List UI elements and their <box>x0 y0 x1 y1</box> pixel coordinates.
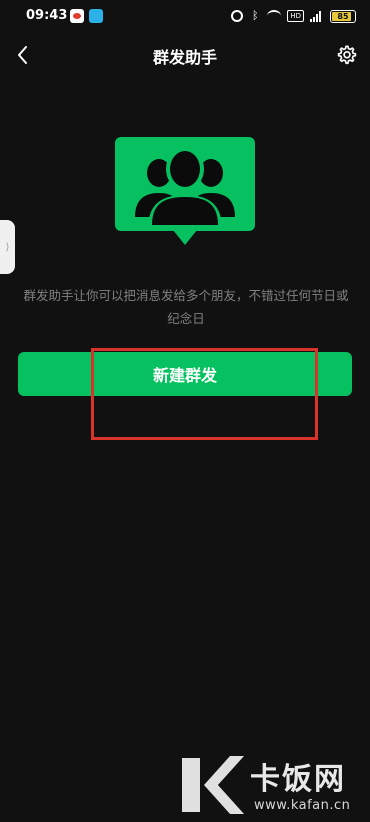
weibo-app-icon <box>70 9 84 23</box>
notification-app-icon <box>89 9 103 23</box>
bluetooth-icon: ᛒ <box>252 9 259 22</box>
settings-button[interactable] <box>332 40 362 70</box>
side-float-handle[interactable]: ⟩ <box>0 220 15 274</box>
watermark-name: 卡饭网 <box>250 762 346 797</box>
wifi-icon <box>267 10 282 22</box>
group-people-icon <box>115 137 255 247</box>
hd-badge: HD <box>287 10 304 22</box>
kafan-logo-icon <box>182 756 244 814</box>
gear-icon <box>337 45 357 65</box>
page-title: 群发助手 <box>152 48 217 67</box>
nav-header: 群发助手 <box>0 32 370 78</box>
watermark: 卡饭网 www.kafan.cn <box>178 748 368 820</box>
description-text: 群发助手让你可以把消息发给多个朋友，不错过任何节日或纪念日 <box>23 288 349 326</box>
battery-icon: 85 <box>330 9 356 23</box>
alarm-icon <box>231 10 244 22</box>
highlight-annotation-box <box>91 348 318 440</box>
status-bar: 09:43 ᛒ HD 85 <box>0 0 370 32</box>
status-icons: ᛒ HD 85 <box>231 8 356 24</box>
status-time: 09:43 <box>26 8 68 23</box>
watermark-url: www.kafan.cn <box>254 798 351 813</box>
battery-level: 85 <box>337 11 349 21</box>
chevron-right-icon: ⟩ <box>5 241 10 253</box>
signal-icon <box>310 10 324 22</box>
